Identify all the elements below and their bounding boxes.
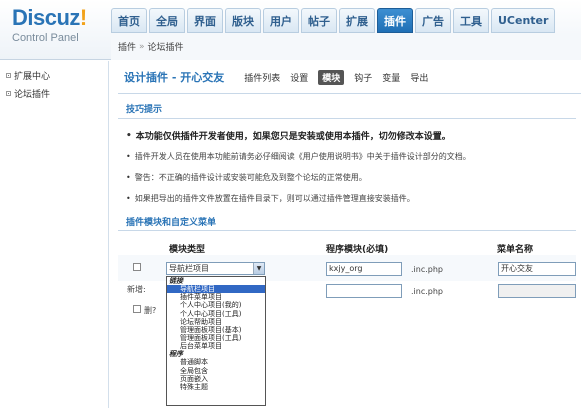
chevron-down-icon[interactable]: ▼ <box>253 263 264 274</box>
column-header-menu: 菜单名称 <box>497 245 534 255</box>
nav-tab-home[interactable]: 首页 <box>111 8 147 33</box>
row-checkbox[interactable] <box>133 263 141 271</box>
nav-tab-extended[interactable]: 扩展 <box>339 8 375 33</box>
breadcrumb-plugins[interactable]: 插件 <box>118 40 136 53</box>
breadcrumb: 插件 » 论坛插件 <box>111 33 581 60</box>
nav-tab-plugins[interactable]: 插件 <box>377 8 413 33</box>
dropdown-option[interactable]: 页面嵌入 <box>167 375 265 383</box>
column-header-type: 模块类型 <box>169 245 206 255</box>
dropdown-option[interactable]: 普通脚本 <box>167 358 265 366</box>
module-type-dropdown: 链接 导航栏项目 插件菜单项目 个人中心项目(我的) 个人中心项目(工具) 论坛帮助项目管… <box>166 276 266 406</box>
dropdown-option[interactable]: 个人中心项目(我的) <box>167 301 265 309</box>
sidebar-item-forum-plugins[interactable]: 论坛插件 <box>0 84 108 102</box>
sidebar-item-label: 扩展中心 <box>14 71 51 82</box>
subtab-plugin-list[interactable]: 插件列表 <box>244 71 280 84</box>
nav-tab-posts[interactable]: 帖子 <box>301 8 337 33</box>
new-program-input[interactable] <box>326 284 402 298</box>
dropdown-group-label: 链接 <box>169 277 183 285</box>
main-nav: 首页 全局 界面 版块 用户 帖子 扩展 插件 广告 工具 UCenter <box>111 8 557 33</box>
program-module-input[interactable]: kxjy_org <box>326 262 402 276</box>
bullet-icon: • <box>126 130 132 141</box>
tip-text: 如果把导出的插件文件放置在插件目录下，则可以通过插件管理直接安装插件。 <box>134 194 415 203</box>
bullet-icon: • <box>126 152 131 161</box>
new-label: 新增: <box>127 285 146 294</box>
bullet-icon <box>6 90 11 96</box>
tip-text: 警告：不正确的插件设计或安装可能危及到整个论坛的正常使用。 <box>134 173 367 182</box>
nav-tab-interface[interactable]: 界面 <box>187 8 223 33</box>
nav-tab-ucenter[interactable]: UCenter <box>491 8 556 33</box>
breadcrumb-forum-plugins: 论坛插件 <box>147 43 184 53</box>
dropdown-option[interactable]: 个人中心项目(工具) <box>167 310 265 318</box>
nav-tab-users[interactable]: 用户 <box>263 8 299 33</box>
dropdown-option[interactable]: 管理面板项目(基本) <box>167 326 265 334</box>
tip-text: 插件开发人员在使用本功能前请务必仔细阅读《用户使用说明书》中关于插件设计部分的文… <box>134 152 471 161</box>
sidebar-item-label: 论坛插件 <box>14 89 51 100</box>
module-type-select[interactable]: 导航栏项目 ▼ <box>166 262 265 275</box>
logo-text: Discuz! <box>12 5 87 30</box>
column-header-program: 程序模块(必填) <box>326 245 389 255</box>
breadcrumb-separator: » <box>139 41 145 52</box>
header: Discuz! Control Panel 首页 全局 界面 版块 用户 帖子 扩展 插件 广告… <box>0 0 581 60</box>
modules-title: 插件模块和自定义菜单 <box>126 218 217 228</box>
divider <box>118 230 576 231</box>
tip-text: 本功能仅供插件开发者使用，如果您只是安装或使用本插件，切勿修改本设置。 <box>135 132 451 142</box>
sidebar: 扩展中心 论坛插件 <box>0 61 109 408</box>
tip-item: • 插件开发人员在使用本功能前请务必仔细阅读《用户使用说明书》中关于插件设计部分的… <box>118 146 581 167</box>
logo-subtitle: Control Panel <box>12 32 79 44</box>
divider <box>118 118 576 119</box>
dropdown-option[interactable]: 管理面板项目(工具) <box>167 334 265 342</box>
delete-checkbox[interactable] <box>133 305 141 313</box>
bullet-icon <box>6 72 11 78</box>
subtab-variables[interactable]: 变量 <box>382 71 400 84</box>
subtab-export[interactable]: 导出 <box>410 71 428 84</box>
bullet-icon: • <box>126 194 131 203</box>
file-suffix: .inc.php <box>411 265 444 274</box>
nav-tab-ads[interactable]: 广告 <box>415 8 451 33</box>
bullet-icon: • <box>126 173 131 182</box>
select-value: 导航栏项目 <box>169 264 209 273</box>
file-suffix: .inc.php <box>411 287 444 296</box>
menu-name-input[interactable]: 开心交友 <box>498 262 576 276</box>
dropdown-option[interactable]: 特殊主题 <box>167 383 265 391</box>
logo[interactable]: Discuz! Control Panel <box>12 5 87 45</box>
plugin-title-row: 设计插件 - 开心交友 插件列表 设置 模块 钩子 变量 导出 <box>118 64 581 90</box>
tip-item: • 警告：不正确的插件设计或安装可能危及到整个论坛的正常使用。 <box>118 167 581 188</box>
dropdown-option[interactable]: 论坛帮助项目 <box>167 318 265 326</box>
sidebar-item-extension-center[interactable]: 扩展中心 <box>0 66 108 84</box>
tip-item: • 本功能仅供插件开发者使用，如果您只是安装或使用本插件，切勿修改本设置。 <box>118 125 581 146</box>
tip-item: • 如果把导出的插件文件放置在插件目录下，则可以通过插件管理直接安装插件。 <box>118 188 581 209</box>
page-title: 设计插件 - 开心交友 <box>124 71 225 84</box>
nav-tab-forums[interactable]: 版块 <box>225 8 261 33</box>
dropdown-option[interactable]: 全局包含 <box>167 367 265 375</box>
subtab-hooks[interactable]: 钩子 <box>354 71 372 84</box>
subtab-settings[interactable]: 设置 <box>290 71 308 84</box>
nav-tab-tools[interactable]: 工具 <box>453 8 489 33</box>
delete-label: 删? <box>144 306 157 315</box>
new-menu-input[interactable] <box>498 284 576 298</box>
nav-tab-global[interactable]: 全局 <box>149 8 185 33</box>
subtab-modules[interactable]: 模块 <box>318 69 345 85</box>
tips-title: 技巧提示 <box>126 105 163 115</box>
